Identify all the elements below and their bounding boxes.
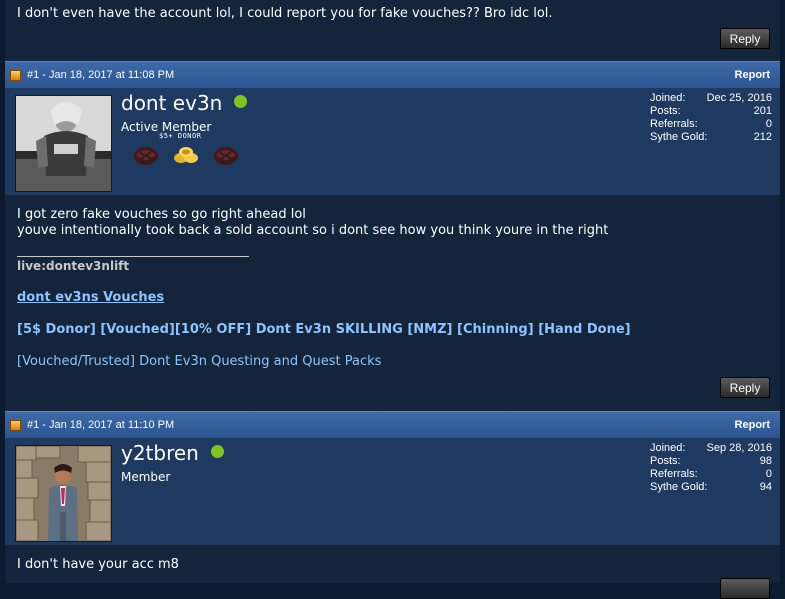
post-icon — [10, 419, 21, 431]
post-text-line: I got zero fake vouches so go right ahea… — [17, 207, 306, 222]
report-link[interactable]: Report — [735, 419, 770, 431]
report-link[interactable]: Report — [735, 69, 770, 81]
username-text[interactable]: dont ev3n — [121, 91, 222, 115]
stat-value: 201 — [753, 105, 772, 117]
user-info-bar: dont ev3n Active Member $5+ DONOR Joined… — [5, 88, 780, 195]
stat-label: Joined: — [650, 92, 686, 104]
avatar-image — [16, 96, 111, 191]
stat-joined: Joined: Sep 28, 2016 — [650, 442, 772, 455]
user-info-bar: y2tbren Member Joined: Sep 28, 2016 Posts… — [5, 438, 780, 545]
stat-referrals: Referrals: 0 — [650, 468, 772, 481]
badge-row — [132, 143, 240, 167]
username[interactable]: dont ev3n — [121, 91, 248, 115]
stat-label: Referrals: — [650, 468, 698, 480]
post-body-top: I don't even have the account lol, I cou… — [5, 0, 780, 61]
stat-referrals: Referrals: 0 — [650, 118, 772, 131]
stat-joined: Joined: Dec 25, 2016 — [650, 92, 772, 105]
dragon-badge-icon — [214, 147, 238, 165]
post-text-line: I don't have your acc m8 — [17, 557, 179, 572]
post-number-date[interactable]: #1 - Jan 18, 2017 at 11:08 PM — [27, 69, 174, 81]
stat-label: Sythe Gold: — [650, 481, 708, 493]
signature-skype: live:dontev3nlift — [17, 259, 130, 273]
stat-value: Dec 25, 2016 — [706, 92, 772, 104]
post-icon — [10, 69, 21, 81]
thread-container: I don't even have the account lol, I cou… — [5, 0, 780, 599]
avatar[interactable] — [15, 445, 112, 542]
avatar-image — [16, 446, 111, 541]
user-stats: Joined: Sep 28, 2016 Posts: 98 Referrals: 0… — [650, 442, 772, 494]
stat-value: 212 — [753, 131, 772, 143]
signature-thread-link[interactable]: [Vouched/Trusted] Dont Ev3n Questing and… — [17, 354, 381, 369]
user-stats: Joined: Dec 25, 2016 Posts: 201 Referrals:… — [650, 92, 772, 144]
post-number-date[interactable]: #1 - Jan 18, 2017 at 11:10 PM — [27, 419, 174, 431]
stat-posts: Posts: 201 — [650, 105, 772, 118]
stat-label: Sythe Gold: — [650, 131, 708, 143]
post-body: I don't have your acc m8 — [5, 545, 780, 599]
post-text: I don't even have the account lol, I cou… — [17, 6, 553, 21]
stat-value: 98 — [759, 455, 772, 467]
dragon-badge-icon — [134, 147, 158, 165]
user-rank: Member — [121, 470, 171, 484]
online-status-icon — [234, 95, 248, 108]
post-text-line: youve intentionally took back a sold acc… — [17, 223, 609, 238]
reply-button-partial[interactable] — [720, 578, 770, 599]
username-text[interactable]: y2tbren — [121, 441, 199, 465]
signature-thread-link[interactable]: [5$ Donor] [Vouched][10% OFF] Dont Ev3n … — [17, 322, 631, 337]
stat-value: 0 — [765, 468, 772, 480]
reply-button[interactable]: Reply — [720, 28, 770, 49]
avatar[interactable] — [15, 95, 112, 192]
stat-posts: Posts: 98 — [650, 455, 772, 468]
stat-value: 0 — [765, 118, 772, 130]
stat-gold: Sythe Gold: 212 — [650, 131, 772, 144]
stat-label: Posts: — [650, 455, 681, 467]
stat-value: 94 — [759, 481, 772, 493]
username[interactable]: y2tbren — [121, 441, 224, 465]
signature-vouches-link[interactable]: dont ev3ns Vouches — [17, 290, 164, 305]
post-header: #1 - Jan 18, 2017 at 11:08 PM Report — [5, 61, 780, 89]
stat-gold: Sythe Gold: 94 — [650, 481, 772, 494]
stat-label: Posts: — [650, 105, 681, 117]
signature-divider — [17, 256, 249, 257]
reply-button[interactable]: Reply — [720, 377, 770, 398]
post-body: I got zero fake vouches so go right ahea… — [5, 195, 780, 410]
online-status-icon — [210, 445, 224, 458]
stat-value: Sep 28, 2016 — [706, 442, 772, 454]
donor-label: $5+ DONOR — [159, 132, 202, 140]
stat-label: Joined: — [650, 442, 686, 454]
post-header: #1 - Jan 18, 2017 at 11:10 PM Report — [5, 411, 780, 439]
stat-label: Referrals: — [650, 118, 698, 130]
gold-coins-icon — [174, 147, 198, 163]
